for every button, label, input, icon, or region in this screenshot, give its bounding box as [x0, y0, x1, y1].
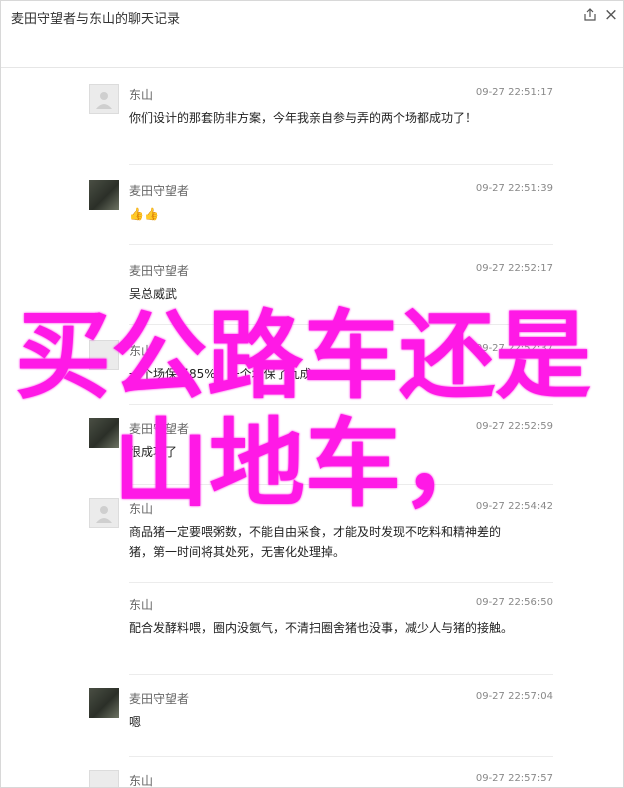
- message-divider: [129, 674, 553, 675]
- message-text: 嗯: [129, 715, 142, 729]
- message-divider: [129, 324, 553, 325]
- avatar[interactable]: [89, 498, 119, 528]
- window-title: 麦田守望者与东山的聊天记录: [11, 12, 181, 27]
- message-text: 一个场保了85%，一个场保了九成: [129, 367, 312, 381]
- message-text: 你们设计的那套防非方案，今年我亲自参与弄的两个场都成功了！: [129, 111, 478, 125]
- sender-name: 东山: [129, 598, 154, 612]
- sender-name: 东山: [129, 88, 154, 102]
- message-item: 东山 09-27 22:54:42 商品猪一定要喂粥数，不能自由采食，才能及时发…: [89, 498, 553, 568]
- message-divider: [129, 164, 553, 165]
- message-time: 09-27 22:54:42: [475, 501, 553, 512]
- sender-name: 麦田守望者: [129, 264, 190, 278]
- message-text: 吴总威武: [129, 287, 178, 301]
- message-time: 09-27 22:52:59: [475, 421, 553, 432]
- avatar[interactable]: [89, 180, 119, 210]
- avatar[interactable]: [89, 84, 119, 114]
- sender-name: 东山: [129, 502, 154, 516]
- message-item: 东山 09-27 22:51:17 你们设计的那套防非方案，今年我亲自参与弄的两…: [89, 84, 553, 154]
- export-icon[interactable]: [582, 7, 598, 23]
- sender-name: 麦田守望者: [129, 422, 190, 436]
- message-time: 09-27 22:57:04: [475, 691, 553, 702]
- message-item: 东山 09-27 22:56:50 配合发酵料喂，圈内没氨气，不清扫圈舍猪也没事…: [89, 594, 553, 664]
- message-item: 麦田守望者 09-27 22:51:39 👍👍: [89, 180, 553, 230]
- message-item: 麦田守望者 09-27 22:52:59 很成功了: [89, 418, 553, 468]
- message-text: 👍👍: [129, 207, 159, 221]
- message-divider: [129, 582, 553, 583]
- message-divider: [129, 244, 553, 245]
- message-text: 配合发酵料喂，圈内没氨气，不清扫圈舍猪也没事，减少人与猪的接触。: [129, 621, 514, 635]
- message-item: 麦田守望者 09-27 22:52:17 吴总威武: [89, 260, 553, 310]
- avatar[interactable]: [89, 340, 119, 370]
- message-time: 09-27 22:52:37: [475, 343, 553, 354]
- sender-name: 东山: [129, 774, 154, 788]
- close-icon[interactable]: ×: [603, 7, 619, 24]
- message-time: 09-27 22:51:39: [475, 183, 553, 194]
- title-bar: 麦田守望者与东山的聊天记录 ×: [1, 1, 623, 68]
- chat-record-window: 麦田守望者与东山的聊天记录 × 东山 09-27 22:51:17 你们设计的那…: [0, 0, 624, 788]
- message-item: 麦田守望者 09-27 22:57:04 嗯: [89, 688, 553, 738]
- sender-name: 麦田守望者: [129, 692, 190, 706]
- message-divider: [129, 404, 553, 405]
- message-item: 东山 09-27 22:52:37 一个场保了85%，一个场保了九成: [89, 340, 553, 390]
- message-time: 09-27 22:51:17: [475, 87, 553, 98]
- avatar[interactable]: [89, 770, 119, 787]
- message-divider: [129, 756, 553, 757]
- avatar[interactable]: [89, 418, 119, 448]
- sender-name: 东山: [129, 344, 154, 358]
- message-item: 东山 09-27 22:57:57: [89, 770, 553, 788]
- message-time: 09-27 22:52:17: [475, 263, 553, 274]
- overlay-caption: 买公路车还是 山地车，: [1, 301, 623, 521]
- message-divider: [129, 484, 553, 485]
- message-time: 09-27 22:56:50: [475, 597, 553, 608]
- sender-name: 麦田守望者: [129, 184, 190, 198]
- message-text: 商品猪一定要喂粥数，不能自由采食，才能及时发现不吃料和精神差的猪，第一时间将其处…: [129, 525, 502, 559]
- avatar[interactable]: [89, 688, 119, 718]
- message-text: 很成功了: [129, 445, 178, 459]
- message-time: 09-27 22:57:57: [475, 773, 553, 784]
